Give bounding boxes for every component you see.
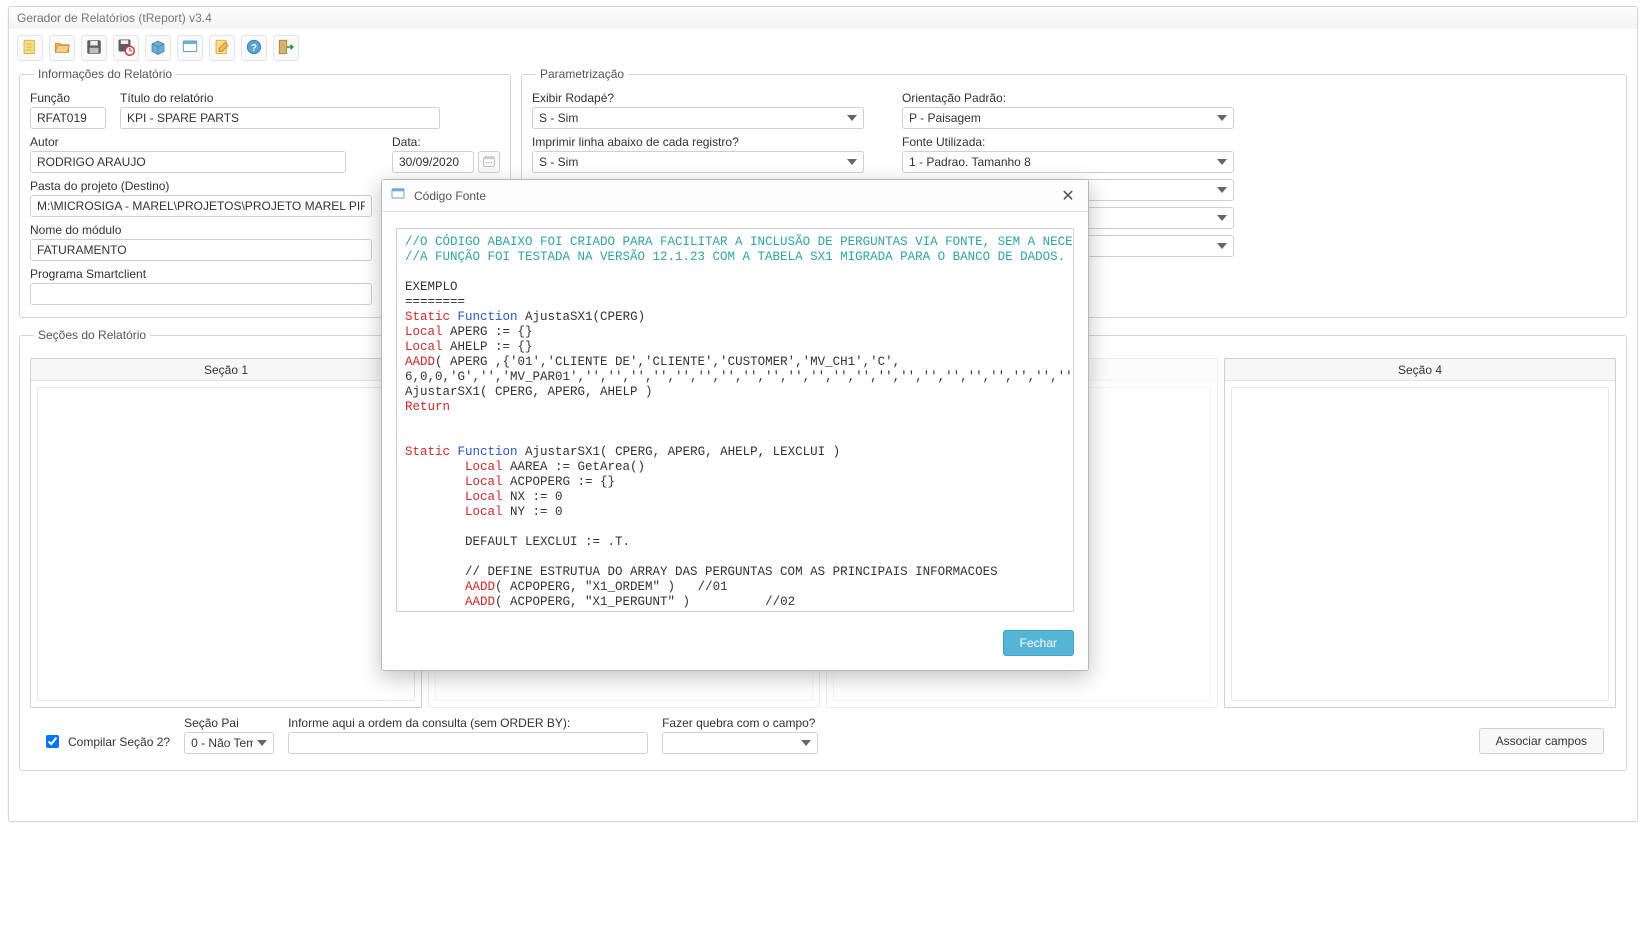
window-icon	[181, 38, 199, 59]
codigo-fonte-dialog: Código Fonte ✕ //O CÓDIGO ABAIXO FOI CRI…	[381, 179, 1089, 671]
dialog-app-icon	[390, 186, 406, 205]
section-4-header: Seção 4	[1225, 359, 1615, 381]
dialog-titlebar: Código Fonte ✕	[382, 180, 1088, 212]
app-title: Gerador de Relatórios (tReport) v3.4	[17, 11, 212, 25]
exit-icon	[277, 38, 295, 59]
fonte-select[interactable]: 1 - Padrao. Tamanho 8	[902, 151, 1234, 173]
autor-label: Autor	[30, 135, 378, 149]
titulo-label: Título do relatório	[120, 91, 500, 105]
toolbar-new-button[interactable]	[17, 35, 43, 61]
svg-text:?: ?	[251, 42, 257, 53]
ordem-input[interactable]	[288, 732, 648, 754]
quebra-select[interactable]	[662, 732, 818, 754]
app-window: Gerador de Relatórios (tReport) v3.4	[8, 6, 1638, 822]
calendar-icon	[482, 154, 496, 171]
sections-legend: Seções do Relatório	[34, 328, 150, 342]
titulo-input[interactable]	[120, 107, 440, 129]
section-col-4: Seção 4	[1224, 358, 1616, 708]
save-schedule-icon	[117, 38, 135, 59]
data-calendar-button[interactable]	[478, 151, 500, 173]
dialog-title: Código Fonte	[414, 189, 486, 203]
rodape-select[interactable]: S - Sim	[532, 107, 864, 129]
secao-pai-label: Seção Pai	[184, 716, 274, 730]
pasta-input[interactable]	[30, 195, 372, 217]
section-1-header: Seção 1	[31, 359, 421, 381]
toolbar-edit-note-button[interactable]	[209, 35, 235, 61]
new-file-icon	[21, 38, 39, 59]
ordem-label: Informe aqui a ordem da consulta (sem OR…	[288, 716, 648, 730]
modulo-input[interactable]	[30, 239, 372, 261]
funcao-input[interactable]	[30, 107, 106, 129]
toolbar-package-button[interactable]	[145, 35, 171, 61]
section-1-area[interactable]	[37, 387, 415, 701]
linha-label: Imprimir linha abaixo de cada registro?	[532, 135, 872, 149]
section-col-1: Seção 1	[30, 358, 422, 708]
smartclient-input[interactable]	[30, 283, 372, 305]
code-textarea[interactable]: //O CÓDIGO ABAIXO FOI CRIADO PARA FACILI…	[396, 228, 1074, 612]
dialog-close-button[interactable]: ✕	[1056, 184, 1080, 208]
quebra-label: Fazer quebra com o campo?	[662, 716, 818, 730]
toolbar-save-button[interactable]	[81, 35, 107, 61]
data-label: Data:	[392, 135, 500, 149]
edit-note-icon	[213, 38, 231, 59]
toolbar-window-button[interactable]	[177, 35, 203, 61]
close-icon: ✕	[1061, 186, 1074, 206]
compilar-checkbox[interactable]	[46, 735, 59, 748]
toolbar-exit-button[interactable]	[273, 35, 299, 61]
help-icon: ?	[245, 38, 263, 59]
orient-select[interactable]: P - Paisagem	[902, 107, 1234, 129]
save-icon	[85, 38, 103, 59]
section-4-area[interactable]	[1231, 387, 1609, 701]
info-legend: Informações do Relatório	[34, 67, 176, 81]
sections-footer: Compilar Seção 2? Seção Pai 0 - Não Tem …	[30, 708, 1616, 764]
autor-input[interactable]	[30, 151, 346, 173]
funcao-label: Função	[30, 91, 106, 105]
param-legend: Parametrização	[536, 67, 628, 81]
linha-select[interactable]: S - Sim	[532, 151, 864, 173]
dialog-fechar-button[interactable]: Fechar	[1003, 630, 1074, 656]
toolbar: ?	[9, 29, 1637, 67]
app-titlebar: Gerador de Relatórios (tReport) v3.4	[9, 7, 1637, 29]
toolbar-save-schedule-button[interactable]	[113, 35, 139, 61]
toolbar-open-button[interactable]	[49, 35, 75, 61]
package-icon	[149, 38, 167, 59]
toolbar-help-button[interactable]: ?	[241, 35, 267, 61]
compilar-checkbox-wrap[interactable]: Compilar Seção 2?	[42, 732, 170, 754]
secao-pai-select[interactable]: 0 - Não Tem	[184, 732, 274, 754]
fonte-label: Fonte Utilizada:	[902, 135, 1616, 149]
associar-button[interactable]: Associar campos	[1479, 728, 1604, 754]
open-folder-icon	[53, 38, 71, 59]
rodape-label: Exibir Rodapé?	[532, 91, 872, 105]
orient-label: Orientação Padrão:	[902, 91, 1616, 105]
data-input[interactable]	[392, 151, 474, 173]
compilar-label: Compilar Seção 2?	[68, 735, 170, 749]
